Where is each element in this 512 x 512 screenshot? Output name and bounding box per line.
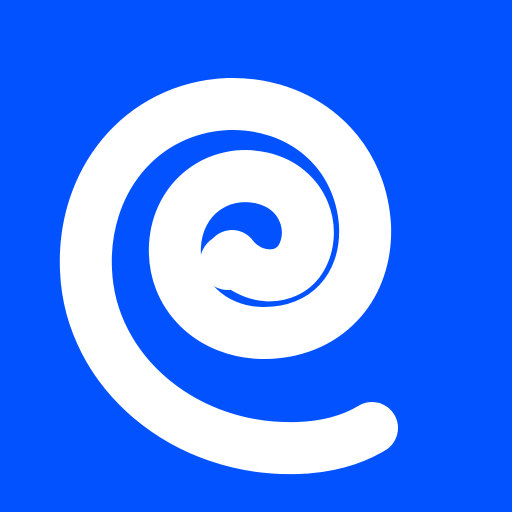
app-logo [0, 0, 512, 512]
spiral-center-dot [200, 234, 256, 290]
logo-svg [0, 0, 512, 512]
